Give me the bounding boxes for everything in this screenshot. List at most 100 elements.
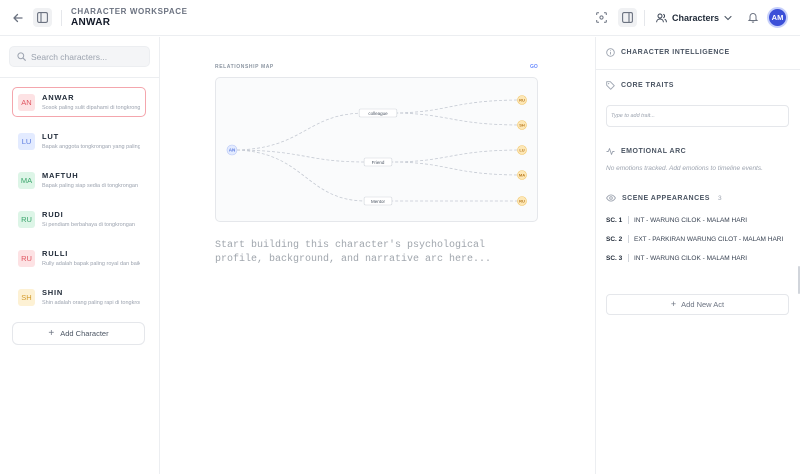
character-badge: AN xyxy=(18,94,35,111)
character-badge: MA xyxy=(18,172,35,189)
scene-heading: INT - WARUNG CILOK - MALAM HARI xyxy=(634,254,748,262)
character-description: Rully adalah bapak paling royal dan baik xyxy=(42,261,140,267)
notes-editor[interactable]: Start building this character's psycholo… xyxy=(215,239,535,267)
character-badge: RU xyxy=(18,211,35,228)
emotional-arc-title: EMOTIONAL ARC xyxy=(621,148,687,155)
search-icon xyxy=(17,52,26,61)
scene-code: SC. 1 xyxy=(606,216,623,224)
characters-menu-button[interactable]: Characters xyxy=(656,10,732,26)
intelligence-header: CHARACTER INTELLIGENCE xyxy=(606,48,730,57)
add-character-button[interactable]: + Add Character xyxy=(12,322,145,345)
relationship-group-label: Mentor xyxy=(371,199,386,204)
scene-row[interactable]: SC. 2 EXT - PARKIRAN WARUNG CILOT - MALA… xyxy=(606,235,783,243)
related-character-label: RU xyxy=(519,98,525,103)
character-name: RULLI xyxy=(42,249,69,258)
scene-count: 3 xyxy=(717,194,723,202)
character-badge: RU xyxy=(18,250,35,267)
character-badge: LU xyxy=(18,133,35,150)
scene-divider xyxy=(628,216,629,224)
add-new-act-label: Add New Act xyxy=(681,300,725,309)
character-description: Bapak anggota tongkrongan yang paling tu… xyxy=(42,144,140,150)
chevron-down-icon xyxy=(724,15,732,21)
character-list: AN ANWAR Sosok paling sulit dipahami di … xyxy=(12,87,146,321)
character-name: SHIN xyxy=(42,288,64,297)
scene-appearances-title: SCENE APPEARANCES xyxy=(622,194,710,202)
focus-mode-icon[interactable] xyxy=(593,9,610,26)
relationship-map-link[interactable]: GO xyxy=(530,64,538,70)
relationship-map[interactable]: colleague Friend Mentor AN RU SH LU MA RU xyxy=(215,77,538,222)
right-panel-toggle-icon[interactable] xyxy=(618,8,637,27)
sidebar-divider xyxy=(0,77,159,78)
character-description: Bapak paling siap sedia di tongkrongan xyxy=(42,183,139,189)
related-character-label: RU xyxy=(519,199,525,204)
plus-icon: + xyxy=(670,299,677,309)
characters-menu-label: Characters xyxy=(672,13,720,23)
character-item-lut[interactable]: LU LUT Bapak anggota tongkrongan yang pa… xyxy=(12,126,146,156)
character-item-rudi[interactable]: RU RUDI Si pendiam berbahaya di tongkron… xyxy=(12,204,146,234)
character-name: MAFTUH xyxy=(42,171,79,180)
character-name: RUDI xyxy=(42,210,64,219)
scene-appearances-header: SCENE APPEARANCES 3 xyxy=(606,194,722,202)
character-description: Si pendiam berbahaya di tongkrongan xyxy=(42,222,135,228)
character-intelligence-panel: CHARACTER INTELLIGENCE CORE TRAITS EMOTI… xyxy=(595,37,800,474)
eye-icon xyxy=(606,194,616,202)
related-character-label: SH xyxy=(519,123,525,128)
search-input[interactable] xyxy=(31,51,141,62)
character-item-anwar[interactable]: AN ANWAR Sosok paling sulit dipahami di … xyxy=(12,87,146,117)
character-item-maftuh[interactable]: MA MAFTUH Bapak paling siap sedia di ton… xyxy=(12,165,146,195)
scene-heading: INT - WARUNG CILOK - MALAM HARI xyxy=(634,216,748,224)
character-item-rulli[interactable]: RU RULLI Rully adalah bapak paling royal… xyxy=(12,243,146,273)
users-icon xyxy=(656,13,667,23)
add-new-act-button[interactable]: + Add New Act xyxy=(606,294,789,315)
info-icon xyxy=(606,48,615,57)
search-box[interactable] xyxy=(9,46,150,67)
relationship-edge xyxy=(231,112,367,151)
relationship-edge xyxy=(231,149,367,202)
sidebar-toggle-icon[interactable] xyxy=(33,8,52,27)
relationship-map-canvas: colleague Friend Mentor AN RU SH LU MA RU xyxy=(226,95,527,206)
relationship-group-label: colleague xyxy=(368,111,388,116)
scene-row[interactable]: SC. 3 INT - WARUNG CILOK - MALAM HARI xyxy=(606,254,747,262)
emotional-arc-header: EMOTIONAL ARC xyxy=(606,147,686,156)
relationship-edge xyxy=(389,112,523,126)
intelligence-title: CHARACTER INTELLIGENCE xyxy=(621,49,730,56)
relationship-edge xyxy=(389,99,523,114)
relationship-group-label: Friend xyxy=(372,160,385,165)
scene-heading: EXT - PARKIRAN WARUNG CILOT - MALAM HARI xyxy=(634,235,784,243)
add-character-label: Add Character xyxy=(60,329,109,338)
page-title: ANWAR xyxy=(71,17,111,28)
emotional-arc-empty: No emotions tracked. Add emotions to tim… xyxy=(606,165,763,172)
back-arrow-icon[interactable] xyxy=(9,9,27,27)
relationship-edge xyxy=(389,149,523,163)
header-divider xyxy=(61,10,62,26)
user-avatar[interactable]: AM xyxy=(767,7,788,28)
top-header: CHARACTER WORKSPACE ANWAR Characters AM xyxy=(0,0,800,36)
character-item-shin[interactable]: SH SHIN Shin adalah orang paling rapi di… xyxy=(12,282,146,312)
character-description: Shin adalah orang paling rapi di tongkro… xyxy=(42,300,140,306)
panel-divider xyxy=(596,69,800,70)
related-character-label: LU xyxy=(519,148,524,153)
tag-icon xyxy=(606,81,615,90)
header-divider-right xyxy=(644,10,645,26)
scene-row[interactable]: SC. 1 INT - WARUNG CILOK - MALAM HARI xyxy=(606,216,747,224)
activity-icon xyxy=(606,148,615,155)
plus-icon: + xyxy=(48,327,55,339)
character-sidebar: AN ANWAR Sosok paling sulit dipahami di … xyxy=(0,37,160,474)
relationship-edge xyxy=(389,161,523,176)
trait-input[interactable] xyxy=(606,105,789,127)
workspace-label: CHARACTER WORKSPACE xyxy=(71,7,188,16)
scene-code: SC. 3 xyxy=(606,254,623,262)
scene-code: SC. 2 xyxy=(606,235,623,243)
character-description: Sosok paling sulit dipahami di tongkrong… xyxy=(42,105,140,111)
character-name: ANWAR xyxy=(42,93,75,102)
scene-divider xyxy=(628,235,629,243)
scene-divider xyxy=(628,254,629,262)
center-character-label: AN xyxy=(229,148,236,153)
main-editor: RELATIONSHIP MAP GO colleague Friend Mento… xyxy=(161,37,594,474)
related-character-label: MA xyxy=(519,173,525,178)
character-name: LUT xyxy=(42,132,59,141)
relationship-map-label: RELATIONSHIP MAP xyxy=(215,64,274,70)
bell-icon[interactable] xyxy=(745,9,761,25)
character-badge: SH xyxy=(18,289,35,306)
core-traits-title: CORE TRAITS xyxy=(621,82,674,89)
